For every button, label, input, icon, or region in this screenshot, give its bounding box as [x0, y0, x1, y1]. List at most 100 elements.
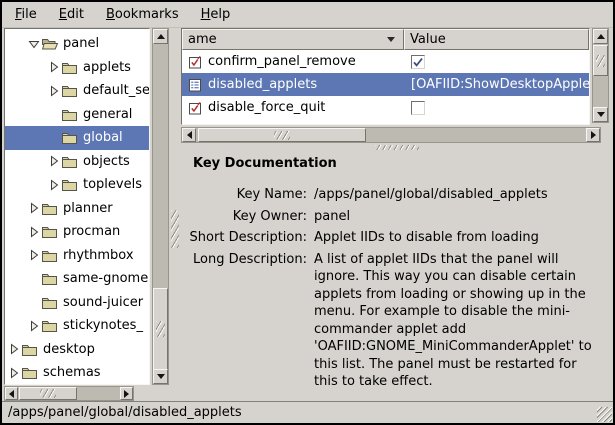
tree-item-same-gnome[interactable]: same-gnome: [5, 267, 149, 291]
tree-item-label: schemas: [41, 365, 101, 380]
window-resize-grip[interactable]: [597, 407, 612, 422]
tree-item-objects[interactable]: objects: [5, 150, 149, 174]
tree-item-label: objects: [81, 154, 130, 169]
expander-collapsed-icon[interactable]: [47, 179, 61, 191]
key-row-disable_force_quit[interactable]: disable_force_quit: [182, 96, 589, 119]
value-checkbox[interactable]: [411, 55, 425, 69]
column-header-value[interactable]: Value: [404, 29, 589, 50]
vertical-pane-splitter[interactable]: [181, 144, 613, 151]
expander-collapsed-icon[interactable]: [27, 249, 41, 261]
expander-collapsed-icon[interactable]: [7, 343, 21, 355]
tree-item-general[interactable]: general: [5, 103, 149, 127]
tree-item-rhythmbox[interactable]: rhythmbox: [5, 244, 149, 268]
scroll-left-button[interactable]: [182, 128, 196, 142]
tree-item-label: planner: [61, 201, 113, 216]
sort-descending-icon: [387, 37, 395, 42]
tree-indent: [5, 325, 27, 326]
splitter-grip-icon: [171, 210, 179, 248]
expander-expanded-icon[interactable]: [27, 38, 41, 50]
thumb-grip-icon: [274, 131, 290, 140]
tree-indent: [5, 302, 27, 303]
tree-indent: [5, 67, 47, 68]
expander-collapsed-icon[interactable]: [27, 226, 41, 238]
doc-field-row: Short Description:Applet IIDs to disable…: [181, 229, 613, 247]
list-hscroll-thumb[interactable]: [198, 128, 366, 142]
config-tree: panel applets default_segeneral global objec…: [4, 28, 150, 385]
folder-closed-icon: [41, 249, 61, 262]
scroll-right-button[interactable]: [586, 128, 600, 142]
menu-item-edit[interactable]: Edit: [48, 3, 95, 26]
tree-item-desktop[interactable]: desktop: [5, 338, 149, 362]
expander-collapsed-icon[interactable]: [47, 85, 61, 97]
tree-item-label: general: [81, 107, 132, 122]
scroll-up-button[interactable]: [153, 29, 168, 44]
menu-item-bookmarks[interactable]: Bookmarks: [95, 3, 190, 26]
folder-closed-icon: [41, 296, 61, 309]
list-horizontal-scrollbar[interactable]: [181, 127, 601, 143]
tree-item-label: stickynotes_: [61, 318, 143, 333]
expander-collapsed-icon[interactable]: [47, 61, 61, 73]
expander-collapsed-icon[interactable]: [27, 320, 41, 332]
tree-item-schemas[interactable]: schemas: [5, 361, 149, 385]
scroll-right-button[interactable]: [120, 387, 133, 400]
tree-vscroll-thumb[interactable]: [153, 288, 168, 370]
menu-item-file[interactable]: File: [4, 3, 48, 26]
key-list-rows: confirm_panel_removedisabled_applets[OAF…: [182, 50, 589, 119]
expander-collapsed-icon[interactable]: [7, 367, 21, 379]
tree-item-label: same-gnome: [61, 271, 148, 286]
folder-open-icon: [41, 37, 61, 50]
tree-item-toplevels[interactable]: toplevels: [5, 173, 149, 197]
list-vertical-scrollbar[interactable]: [592, 28, 609, 123]
tree-indent: [5, 90, 47, 91]
tree-item-sound-juicer[interactable]: sound-juicer: [5, 291, 149, 315]
folder-closed-icon: [61, 84, 81, 97]
tree-item-label: panel: [61, 36, 99, 51]
tree-item-panel[interactable]: panel: [5, 32, 149, 56]
left-arrow-icon: [9, 390, 14, 398]
folder-closed-icon: [61, 178, 81, 191]
tree-item-applets[interactable]: applets: [5, 56, 149, 80]
scroll-down-button[interactable]: [593, 107, 608, 122]
folder-closed-icon: [61, 108, 81, 121]
column-header-name[interactable]: ame: [182, 29, 404, 50]
tree-indent: [5, 184, 47, 185]
column-header-value-label: Value: [410, 32, 446, 47]
key-row-confirm_panel_remove[interactable]: confirm_panel_remove: [182, 50, 589, 73]
tree-item-stickynotes_[interactable]: stickynotes_: [5, 314, 149, 338]
doc-field-label: Key Name:: [181, 186, 307, 204]
tree-indent: [5, 161, 47, 162]
tree-item-default_se[interactable]: default_se: [5, 79, 149, 103]
bool-key-icon: [188, 55, 202, 69]
list-vscroll-thumb[interactable]: [593, 45, 608, 76]
tree-item-procman[interactable]: procman: [5, 220, 149, 244]
scroll-left-button[interactable]: [5, 387, 18, 400]
list-key-icon: [188, 78, 202, 92]
tree-item-label: applets: [81, 60, 131, 75]
doc-field-value: A list of applet IIDs that the panel wil…: [314, 251, 604, 391]
doc-field-label: Long Description:: [181, 251, 307, 391]
tree-vertical-scrollbar[interactable]: [152, 28, 169, 385]
status-bar: /apps/panel/global/disabled_applets: [2, 401, 613, 423]
value-checkbox[interactable]: [411, 101, 425, 115]
scroll-up-button[interactable]: [593, 29, 608, 44]
tree-indent: [5, 114, 47, 115]
key-value-cell: [404, 55, 589, 69]
menu-bar: FileEditBookmarksHelp: [2, 2, 613, 28]
tree-item-planner[interactable]: planner: [5, 197, 149, 221]
tree-item-global[interactable]: global: [5, 126, 149, 150]
key-documentation-title: Key Documentation: [193, 156, 613, 171]
up-arrow-icon: [597, 34, 605, 39]
horizontal-pane-splitter[interactable]: [169, 28, 181, 385]
tree-horizontal-scrollbar[interactable]: [4, 386, 134, 401]
key-name-label: disabled_applets: [208, 77, 317, 92]
doc-field-value: /apps/panel/global/disabled_applets: [314, 186, 604, 204]
expander-collapsed-icon[interactable]: [47, 155, 61, 167]
menu-item-help[interactable]: Help: [190, 3, 242, 26]
tree-item-label: default_se: [81, 83, 150, 98]
scroll-down-button[interactable]: [153, 369, 168, 384]
doc-field-value: panel: [314, 208, 604, 226]
tree-hscroll-thumb[interactable]: [19, 387, 77, 400]
expander-collapsed-icon[interactable]: [27, 202, 41, 214]
key-row-disabled_applets[interactable]: disabled_applets[OAFIID:ShowDesktopApple…: [182, 73, 589, 96]
tree-item-label: toplevels: [81, 177, 142, 192]
